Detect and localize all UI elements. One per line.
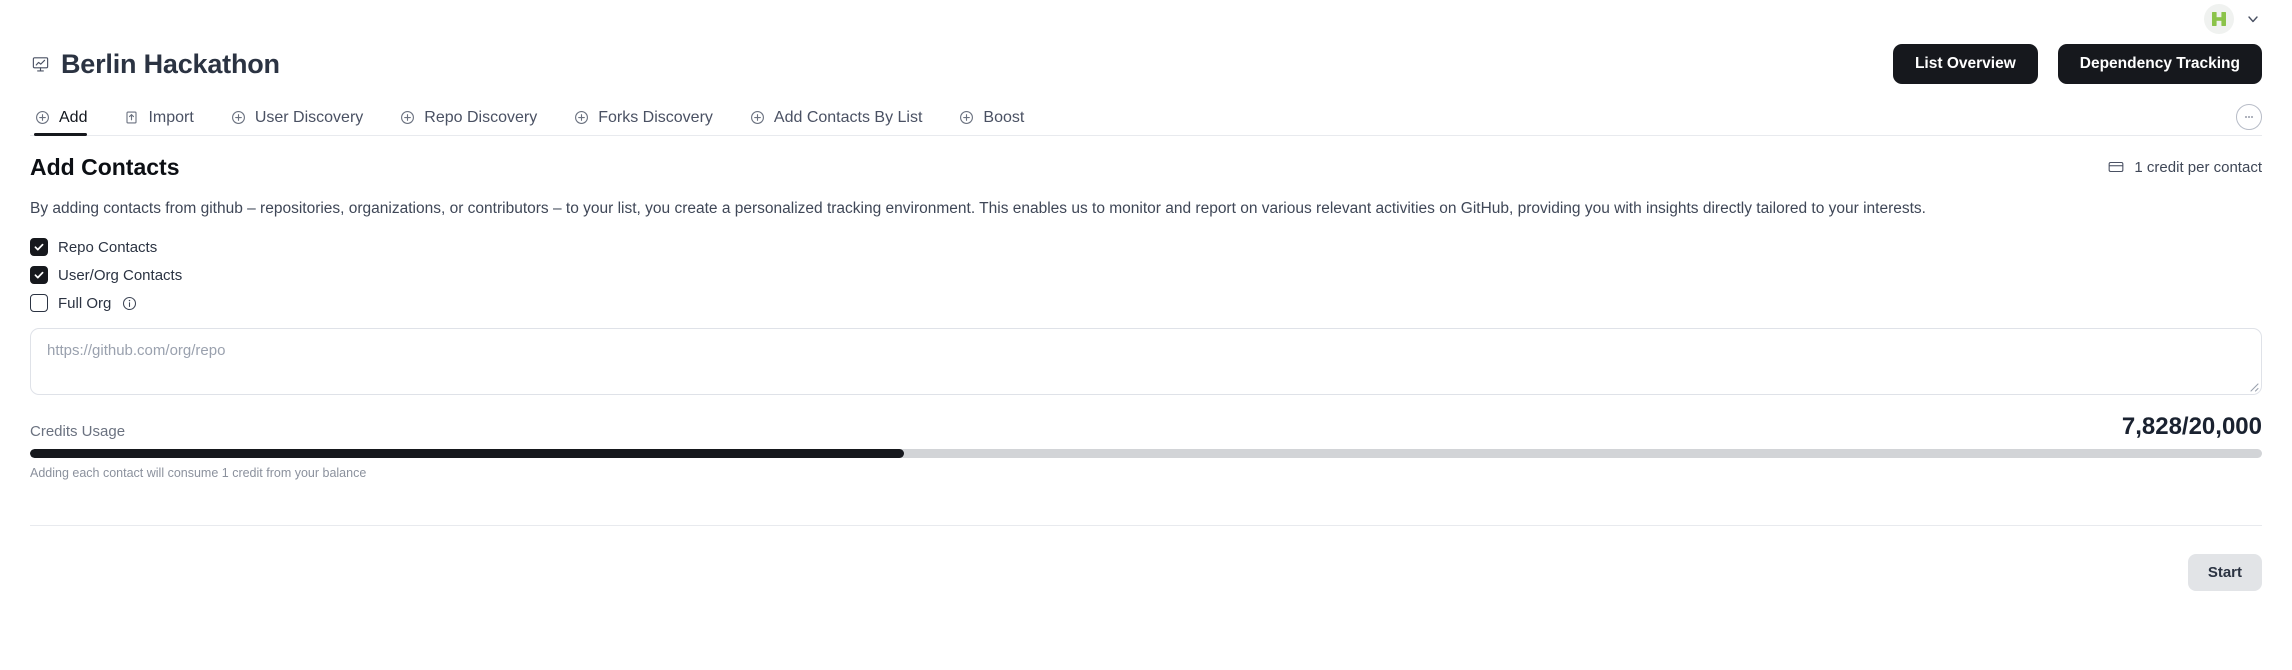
dependency-tracking-button[interactable]: Dependency Tracking (2057, 44, 2262, 84)
tab-label: Forks Discovery (598, 108, 713, 126)
credits-progress-bar (30, 449, 2262, 459)
tab-list: Add Import User Discovery Repo Discovery… (30, 108, 1042, 136)
tab-user-discovery[interactable]: User Discovery (212, 109, 381, 135)
tab-boost[interactable]: Boost (940, 109, 1042, 135)
plus-circle-icon (34, 109, 51, 126)
avatar[interactable] (2204, 4, 2234, 34)
account-bar (30, 0, 2262, 34)
credit-card-icon (2106, 158, 2125, 177)
tab-label: Add Contacts By List (773, 108, 923, 126)
tab-bar: Add Import User Discovery Repo Discovery… (30, 98, 2262, 136)
plus-circle-icon (958, 109, 975, 126)
presentation-chart-icon (30, 54, 51, 75)
contact-type-options: Repo Contacts User/Org Contacts Full Org (30, 238, 2262, 313)
credits-progress-fill (30, 449, 904, 459)
checkbox-full-org[interactable]: Full Org (30, 294, 2262, 313)
tab-label: Boost (983, 108, 1025, 126)
checkbox-repo-contacts[interactable]: Repo Contacts (30, 238, 2262, 257)
header-actions: List Overview Dependency Tracking (1892, 44, 2262, 84)
repo-input-wrapper (30, 328, 2262, 396)
footer-actions: Start (30, 553, 2262, 591)
tab-label: User Discovery (254, 108, 364, 126)
section-description: By adding contacts from github – reposit… (30, 200, 1926, 217)
tab-import[interactable]: Import (105, 109, 211, 135)
credits-usage-value: 7,828/20,000 (2121, 413, 2262, 441)
credits-usage-block: Credits Usage 7,828/20,000 Adding each c… (30, 415, 2262, 480)
tab-label: Add (59, 108, 88, 126)
start-button[interactable]: Start (2187, 553, 2262, 591)
checkbox-user-org-contacts[interactable]: User/Org Contacts (30, 266, 2262, 285)
tab-label: Repo Discovery (424, 108, 538, 126)
repo-url-input[interactable] (30, 328, 2262, 396)
footer-divider (30, 524, 2262, 526)
tab-add-contacts-by-list[interactable]: Add Contacts By List (731, 109, 941, 135)
list-overview-button[interactable]: List Overview (1892, 44, 2038, 84)
section-title: Add Contacts (30, 153, 180, 180)
checkmark-icon (30, 238, 48, 257)
tab-forks-discovery[interactable]: Forks Discovery (555, 109, 731, 135)
checkbox-label: Repo Contacts (58, 238, 158, 256)
title-group: Berlin Hackathon (30, 48, 280, 79)
credit-per-contact-note: 1 credit per contact (2106, 158, 2262, 177)
tab-add[interactable]: Add (30, 108, 105, 136)
plus-circle-icon (573, 109, 590, 126)
plus-circle-icon (399, 109, 416, 126)
info-circle-icon[interactable] (121, 295, 137, 311)
checkmark-icon (30, 266, 48, 285)
upload-icon (123, 109, 140, 126)
plus-circle-icon (230, 109, 247, 126)
empty-checkbox-icon (30, 294, 48, 313)
checkbox-label: User/Org Contacts (58, 266, 183, 284)
credits-usage-header: Credits Usage 7,828/20,000 (30, 413, 2262, 441)
credits-usage-hint: Adding each contact will consume 1 credi… (30, 466, 367, 481)
section-header: Add Contacts 1 credit per contact (30, 153, 2262, 181)
chevron-down-icon[interactable] (2244, 10, 2262, 28)
title-row: Berlin Hackathon List Overview Dependenc… (30, 42, 2262, 86)
page-title: Berlin Hackathon (61, 48, 280, 79)
ellipsis-circle-icon[interactable] (2236, 104, 2262, 130)
tab-label: Import (148, 108, 194, 126)
checkbox-label: Full Org (58, 294, 112, 312)
tab-repo-discovery[interactable]: Repo Discovery (381, 109, 555, 135)
plus-circle-icon (749, 109, 766, 126)
credit-note-label: 1 credit per contact (2134, 158, 2262, 176)
credits-usage-label: Credits Usage (30, 423, 126, 441)
add-contacts-page: Berlin Hackathon List Overview Dependenc… (0, 0, 2292, 670)
